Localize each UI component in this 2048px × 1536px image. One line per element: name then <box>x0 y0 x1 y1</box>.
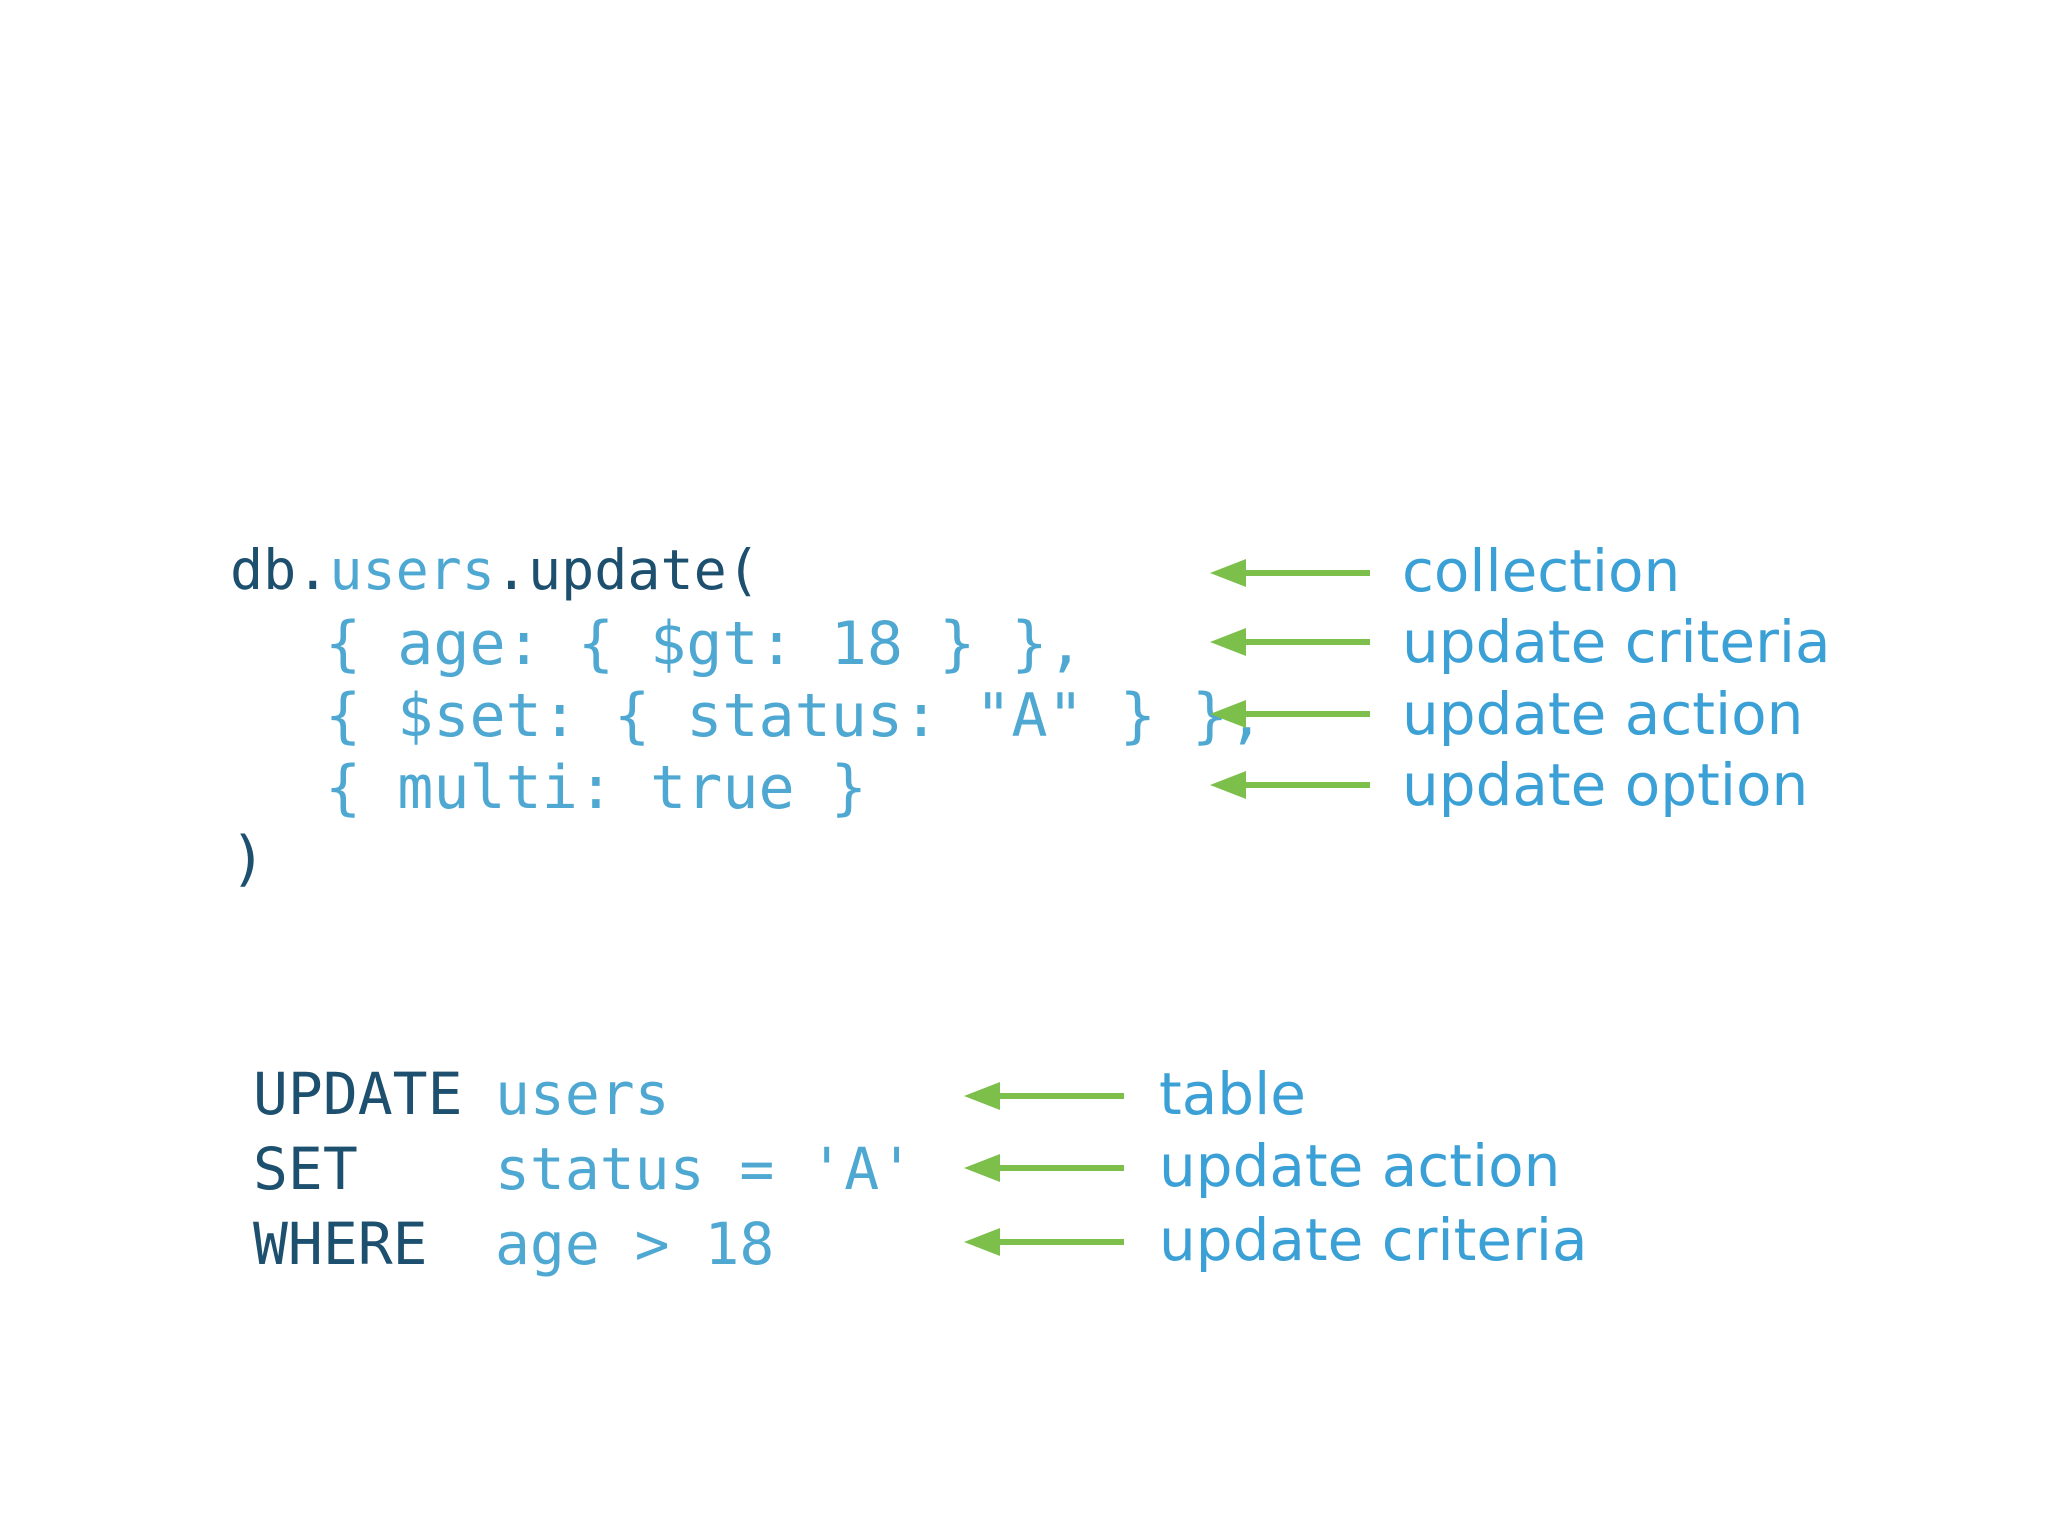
label-update-option: update option <box>1402 751 1809 819</box>
arrow-sql-update-action-icon <box>964 1154 1124 1182</box>
sql-keyword-set: SET <box>253 1135 358 1203</box>
label-table: table <box>1159 1060 1306 1128</box>
arrow-update-action-icon <box>1210 700 1370 728</box>
label-collection: collection <box>1402 537 1681 605</box>
label-update-action: update action <box>1402 680 1804 748</box>
arrow-update-option-icon <box>1210 771 1370 799</box>
sql-keyword-where: WHERE <box>253 1210 428 1278</box>
arrow-table-icon <box>964 1082 1124 1110</box>
label-sql-update-action: update action <box>1159 1132 1561 1200</box>
update-method: .update( <box>494 538 760 602</box>
sql-keyword-update: UPDATE <box>253 1060 463 1128</box>
sql-value-age: age > 18 <box>495 1210 775 1278</box>
label-update-criteria: update criteria <box>1402 608 1831 676</box>
sql-value-status: status = 'A' <box>495 1135 915 1203</box>
mongo-line-2: { age: { $gt: 18 } }, <box>325 609 1084 679</box>
sql-value-users: users <box>495 1060 670 1128</box>
arrow-update-criteria-icon <box>1210 628 1370 656</box>
mongo-line-3: { $set: { status: "A" } }, <box>325 681 1265 751</box>
db-prefix: db. <box>230 538 330 602</box>
arrow-collection-icon <box>1210 559 1370 587</box>
mongo-line-4: { multi: true } <box>325 753 867 823</box>
mongo-line-1: db.users.update( <box>230 543 760 598</box>
mongo-line-5: ) <box>230 824 267 894</box>
collection-name: users <box>329 538 495 602</box>
label-sql-update-criteria: update criteria <box>1159 1206 1588 1274</box>
arrow-sql-update-criteria-icon <box>964 1228 1124 1256</box>
